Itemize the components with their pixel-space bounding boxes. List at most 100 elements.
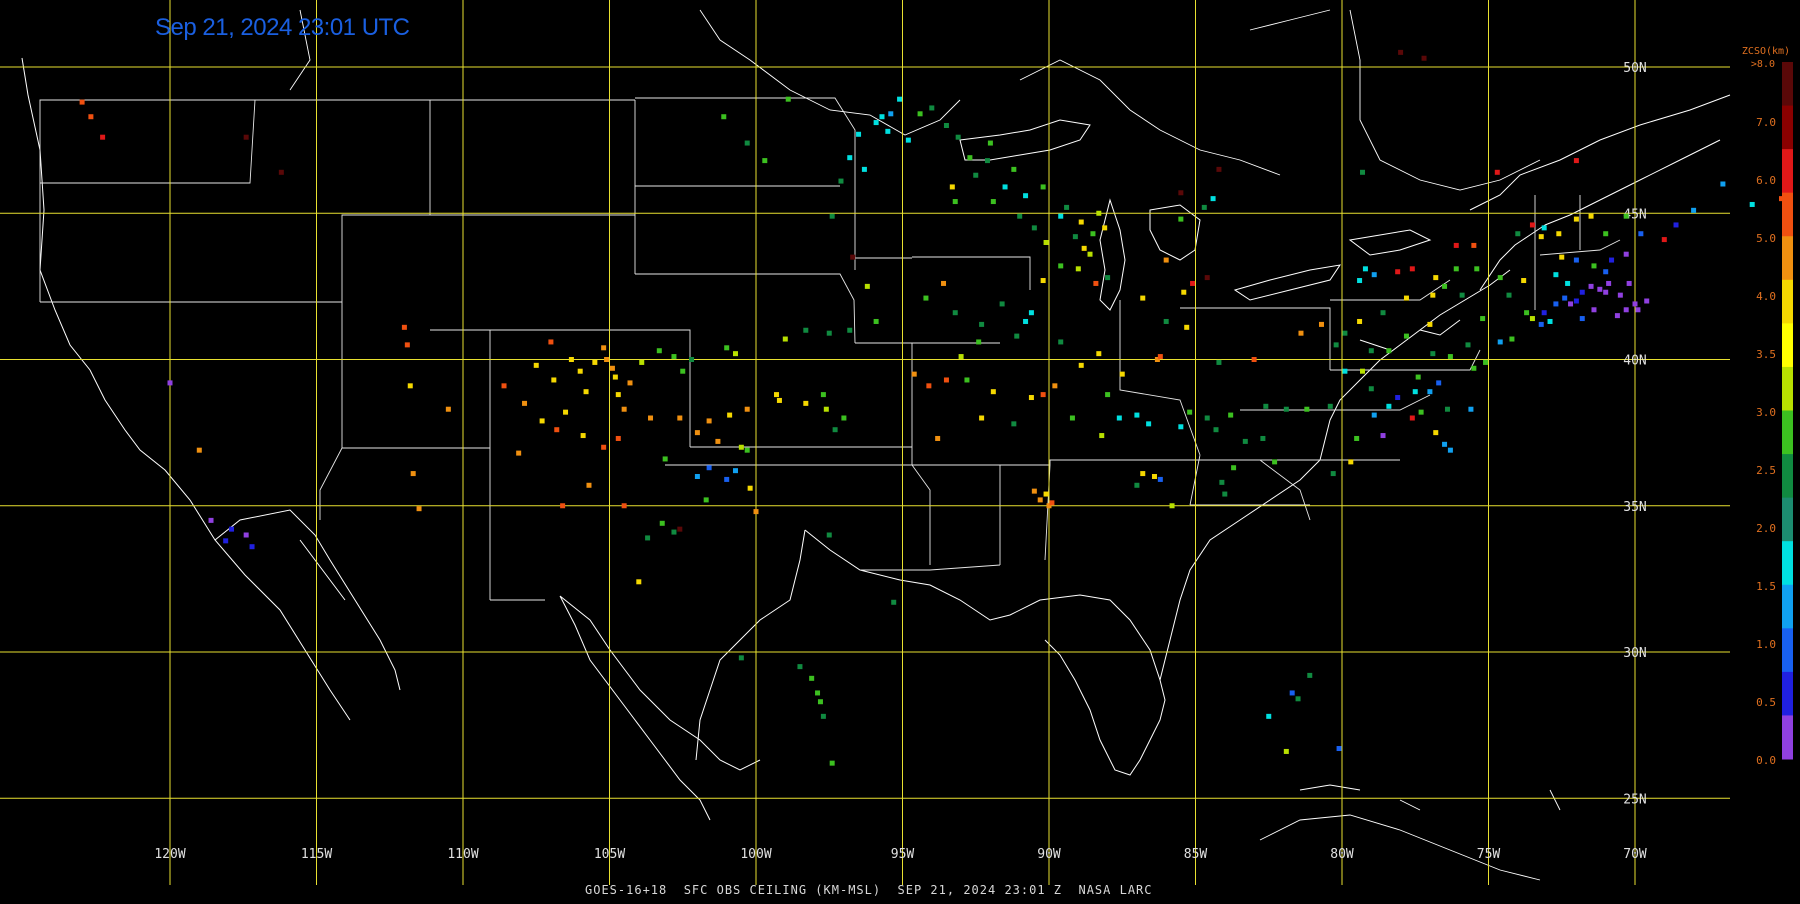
legend-color-step [1782, 541, 1793, 586]
legend-title: ZCSO(km) [1742, 46, 1790, 57]
observation-marker [1573, 298, 1579, 304]
observation-marker [1360, 169, 1366, 175]
observation-marker [1087, 251, 1093, 257]
timestamp-title: Sep 21, 2024 23:01 UTC [155, 14, 410, 41]
observation-marker [601, 345, 607, 351]
observation-marker [694, 430, 700, 436]
observation-marker [917, 111, 923, 117]
legend-tick-label: 1.5 [1756, 580, 1776, 593]
observation-marker [850, 254, 856, 260]
observation-marker [1348, 459, 1354, 465]
observation-marker [1140, 295, 1146, 301]
observation-marker [1201, 204, 1207, 210]
observation-marker [838, 178, 844, 184]
observation-marker [1515, 231, 1521, 237]
observation-marker [1283, 406, 1289, 412]
observation-marker [1134, 412, 1140, 418]
observation-marker [715, 438, 721, 444]
legend-tick-label: 3.5 [1756, 348, 1776, 361]
observation-marker [703, 497, 709, 503]
observation-marker [621, 406, 627, 412]
observation-marker [809, 675, 815, 681]
observation-marker [401, 324, 407, 330]
observation-marker [1222, 491, 1228, 497]
observation-marker [762, 158, 768, 164]
observation-marker [1380, 433, 1386, 439]
observation-marker [609, 365, 615, 371]
observation-marker [952, 199, 958, 205]
longitude-label: 115W [301, 847, 332, 862]
observation-marker [671, 354, 677, 360]
observation-marker [1568, 301, 1574, 307]
observation-marker [1216, 166, 1222, 172]
observation-marker [551, 377, 557, 383]
longitude-label: 110W [447, 847, 478, 862]
observation-marker [1190, 280, 1196, 286]
observation-marker [1506, 292, 1512, 298]
observation-marker [445, 406, 451, 412]
observation-marker [1430, 292, 1436, 298]
observation-marker [533, 362, 539, 368]
observation-marker [1307, 672, 1313, 678]
observation-marker [208, 517, 214, 523]
legend-color-step [1782, 715, 1793, 760]
observation-marker [803, 400, 809, 406]
observation-marker [1541, 225, 1547, 231]
legend-color-step [1782, 497, 1793, 542]
observation-marker [1591, 307, 1597, 313]
observation-marker [832, 427, 838, 433]
observation-marker [873, 318, 879, 324]
observation-marker [847, 155, 853, 161]
observation-marker [1673, 222, 1679, 228]
observation-marker [1521, 278, 1527, 284]
legend-color-step [1782, 584, 1793, 629]
observation-marker [1146, 421, 1152, 427]
observation-marker [1720, 181, 1726, 187]
observation-marker [1403, 333, 1409, 339]
legend-tick-label: 1.0 [1756, 638, 1776, 651]
observation-marker [1497, 339, 1503, 345]
observation-marker [829, 213, 835, 219]
observation-marker [1031, 225, 1037, 231]
observation-marker [1333, 342, 1339, 348]
observation-marker [1298, 330, 1304, 336]
observation-marker [1031, 488, 1037, 494]
observation-marker [1691, 207, 1697, 213]
observation-marker [1043, 491, 1049, 497]
observation-marker [1559, 254, 1565, 260]
legend-color-step [1782, 671, 1793, 716]
color-legend: ZCSO(km) >8.0 7.0 6.0 5.0 4.0 3.5 3.0 2.5 2.0 1.5 1… [1742, 46, 1793, 767]
observation-marker [1040, 392, 1046, 398]
observation-marker [949, 184, 955, 190]
latitude-label: 30N [1623, 646, 1646, 661]
observation-marker [943, 377, 949, 383]
observation-marker [1058, 213, 1064, 219]
observation-marker [1040, 278, 1046, 284]
observation-marker [744, 406, 750, 412]
observation-marker [958, 354, 964, 360]
observation-marker [1529, 316, 1535, 322]
observation-marker [1626, 280, 1632, 286]
observation-marker [404, 342, 410, 348]
observation-marker [753, 509, 759, 515]
observation-marker [1603, 231, 1609, 237]
observation-marker [911, 371, 917, 377]
observation-marker [1011, 166, 1017, 172]
observation-marker [1409, 266, 1415, 272]
observation-marker [1427, 321, 1433, 327]
observation-marker [568, 357, 574, 362]
observation-marker [864, 283, 870, 289]
observation-marker [1386, 348, 1392, 354]
observation-marker [1357, 278, 1363, 284]
observation-marker [979, 321, 985, 327]
observation-marker [1052, 383, 1058, 389]
observation-marker [615, 392, 621, 398]
observation-marker [1447, 447, 1453, 453]
observation-marker [639, 359, 645, 365]
observation-marker [1093, 280, 1099, 286]
observation-marker [1471, 365, 1477, 371]
observation-marker [1603, 289, 1609, 295]
observation-marker [1573, 158, 1579, 164]
observation-marker [554, 427, 560, 433]
observation-marker [841, 415, 847, 421]
